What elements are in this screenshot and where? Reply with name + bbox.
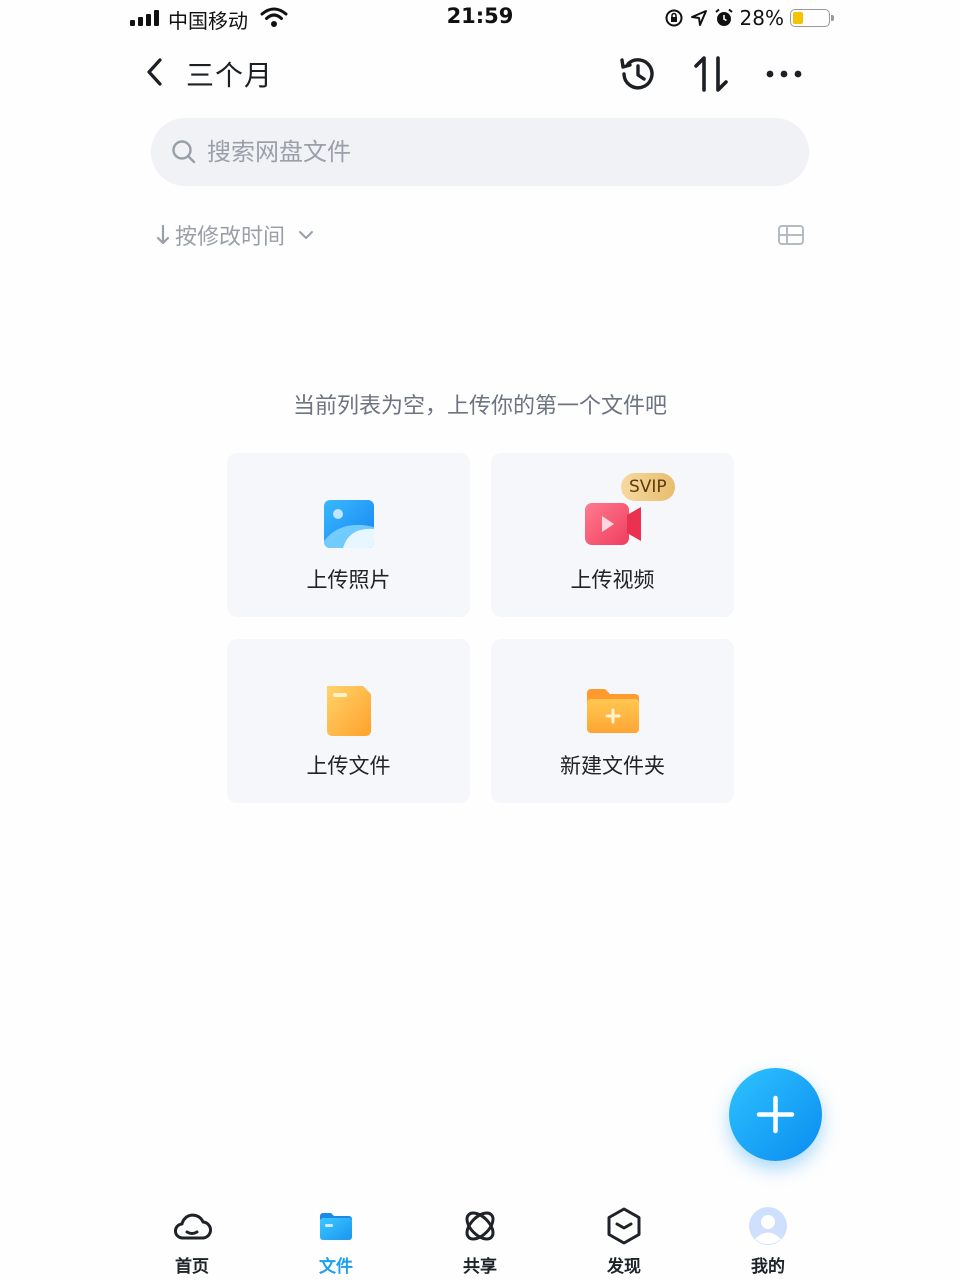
rotation-lock-icon (665, 9, 683, 27)
history-icon[interactable] (616, 52, 660, 96)
upload-video-card[interactable]: SVIP 上传视频 (491, 453, 734, 617)
new-folder-card[interactable]: 新建文件夹 (491, 639, 734, 803)
nav-item-discover[interactable]: 发现 (552, 1200, 696, 1280)
video-icon (584, 503, 641, 545)
search-icon (172, 140, 196, 164)
file-icon (326, 686, 371, 736)
folder-icon (320, 1213, 352, 1240)
chevron-down-icon (299, 231, 314, 239)
battery-level (793, 12, 803, 24)
status-bar: 中国移动 21:59 28% (130, 0, 834, 36)
avatar-icon (749, 1207, 787, 1245)
back-icon[interactable] (140, 52, 170, 92)
sort-button[interactable]: 按修改时间 (155, 218, 317, 252)
arrow-down-icon (156, 224, 170, 245)
list-view-icon[interactable] (777, 222, 805, 248)
nav-label-share: 共享 (463, 1257, 497, 1277)
nav-item-share[interactable]: 共享 (408, 1200, 552, 1280)
battery-percent: 28% (739, 6, 784, 30)
carrier-name: 中国移动 (168, 9, 248, 33)
add-button[interactable] (729, 1068, 822, 1161)
new-folder-label: 新建文件夹 (560, 754, 665, 778)
svip-badge: SVIP (621, 473, 675, 501)
status-time: 21:59 (446, 4, 514, 28)
upload-video-label: 上传视频 (570, 568, 655, 592)
discover-icon (607, 1207, 641, 1245)
nav-item-home[interactable]: 首页 (120, 1200, 264, 1280)
empty-message: 当前列表为空，上传你的第一个文件吧 (292, 394, 667, 419)
upload-photo-label: 上传照片 (306, 568, 391, 592)
plus-icon (756, 1095, 795, 1134)
nav-label-me: 我的 (751, 1257, 785, 1277)
new-folder-icon (586, 689, 639, 733)
photo-icon (323, 500, 374, 548)
alarm-icon (714, 8, 733, 26)
battery-icon (790, 9, 834, 27)
nav-label-files: 文件 (319, 1257, 353, 1277)
upload-photo-card[interactable]: 上传照片 (227, 453, 470, 617)
location-icon (690, 10, 707, 26)
nav-item-me[interactable]: 我的 (696, 1200, 840, 1280)
nav-item-files[interactable]: 文件 (264, 1200, 408, 1280)
signal-icon (130, 10, 162, 26)
sort-label: 按修改时间 (175, 225, 286, 250)
search-input[interactable] (207, 132, 767, 172)
upload-file-card[interactable]: 上传文件 (227, 639, 470, 803)
more-icon[interactable] (762, 52, 806, 96)
cloud-icon (174, 1213, 212, 1240)
search-bar[interactable] (151, 118, 809, 186)
nav-label-home: 首页 (175, 1257, 209, 1277)
transfer-icon[interactable] (690, 52, 734, 96)
upload-file-label: 上传文件 (306, 754, 391, 778)
wifi-icon (260, 7, 288, 27)
share-icon (465, 1211, 495, 1241)
header: 三个月 (140, 46, 820, 102)
nav-label-discover: 发现 (607, 1257, 641, 1277)
sort-row: 按修改时间 (155, 218, 805, 252)
bottom-nav: 首页 文件 共享 发现 我的 (120, 1200, 840, 1280)
page-title: 三个月 (186, 59, 274, 92)
